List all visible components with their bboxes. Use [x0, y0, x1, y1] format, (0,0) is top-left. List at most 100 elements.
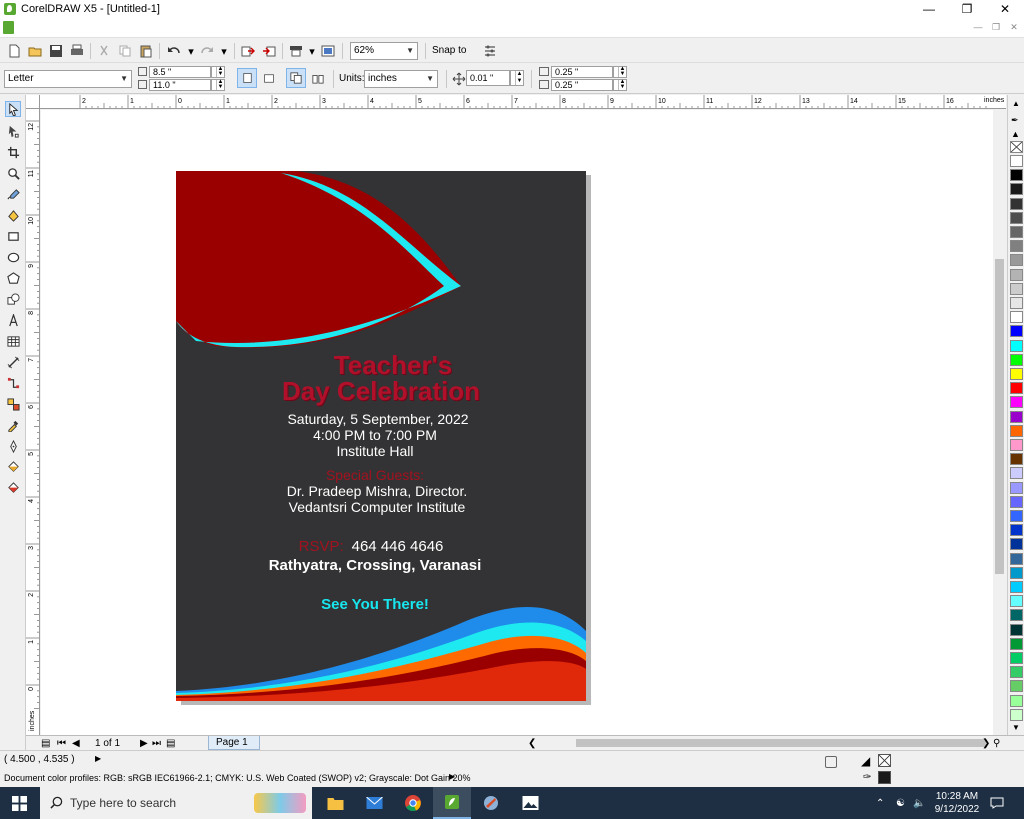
next-page-icon[interactable]: ▶ [140, 737, 148, 750]
color-swatch[interactable] [1010, 708, 1023, 721]
color-swatch[interactable] [1010, 481, 1023, 494]
launcher-dropdown-icon[interactable]: ▾ [304, 43, 320, 59]
document-icon[interactable] [3, 21, 14, 34]
nudge-spinner[interactable]: ▲ ▼ [510, 70, 524, 86]
color-swatch[interactable] [1010, 666, 1023, 679]
horizontal-ruler[interactable]: 2 1 0 1 2 3 4 5 6 7 8 9 10 11 12 13 14 15 16 inches [40, 95, 1006, 109]
poster-date[interactable]: Saturday, 5 September, 2022 [176, 412, 583, 427]
color-swatch[interactable] [1010, 254, 1023, 267]
color-swatch[interactable] [1010, 396, 1023, 409]
status-expand-icon[interactable]: ▶ [95, 754, 101, 763]
page-width-input[interactable]: 8.5 " [149, 66, 211, 78]
photos-icon[interactable] [511, 787, 549, 819]
color-swatch[interactable] [1010, 382, 1023, 395]
shape-tool-icon[interactable] [5, 123, 21, 139]
color-swatch[interactable] [1010, 226, 1023, 238]
smart-fill-tool-icon[interactable] [5, 207, 21, 223]
color-swatch[interactable] [1010, 339, 1023, 352]
color-swatch[interactable] [1010, 595, 1023, 608]
page-height-input[interactable]: 11.0 " [149, 79, 211, 91]
color-swatch[interactable] [1010, 566, 1023, 579]
color-swatch[interactable] [1010, 652, 1023, 664]
taskbar-clock[interactable]: 10:28 AM 9/12/2022 [927, 790, 987, 816]
crop-tool-icon[interactable] [5, 144, 21, 160]
color-swatch[interactable] [1010, 325, 1023, 338]
text-tool-icon[interactable] [5, 312, 21, 328]
landscape-button[interactable] [259, 68, 279, 88]
network-icon[interactable]: ☯ [896, 787, 905, 819]
zoom-navigator-icon[interactable]: ⚲ [993, 737, 1000, 750]
volume-icon[interactable]: 🔈 [913, 787, 925, 819]
color-profile-status[interactable]: Document color profiles: RGB: sRGB IEC61… [4, 773, 471, 783]
poster-page[interactable]: Teacher's Day Celebration Saturday, 5 Se… [176, 171, 586, 701]
palette-scroll-up-icon[interactable]: ▲ [1012, 99, 1020, 108]
coreldraw-taskbar-icon[interactable] [433, 787, 471, 819]
options-icon[interactable] [482, 43, 498, 59]
snap-to-button[interactable]: Snap to [432, 42, 466, 60]
portrait-button[interactable] [237, 68, 257, 88]
previous-page-icon[interactable]: ◀ [72, 737, 80, 750]
outline-color-indicator[interactable] [878, 771, 891, 784]
poster-closing[interactable]: See You There! [176, 597, 580, 613]
doc-restore-button[interactable]: ❐ [990, 22, 1002, 32]
color-swatch[interactable] [1010, 439, 1023, 451]
horizontal-scroll-thumb[interactable] [576, 739, 986, 747]
interactive-fill-tool-icon[interactable] [5, 480, 21, 496]
color-swatch[interactable] [1010, 311, 1023, 324]
poster-title-line2[interactable]: Day Celebration [176, 378, 586, 404]
print-icon[interactable] [69, 43, 85, 59]
color-swatch[interactable] [1010, 240, 1023, 253]
current-page-button[interactable] [308, 68, 328, 88]
drawing-window[interactable]: Teacher's Day Celebration Saturday, 5 Se… [41, 110, 1006, 735]
polygon-tool-icon[interactable] [5, 270, 21, 286]
vertical-scrollbar[interactable] [993, 109, 1006, 735]
color-swatch[interactable] [1010, 637, 1023, 650]
color-swatch[interactable] [1010, 297, 1023, 309]
eyedropper-icon[interactable]: ✒ [1011, 115, 1019, 126]
duplicate-x-input[interactable]: 0.25 " [551, 66, 613, 78]
color-swatch[interactable] [1010, 495, 1023, 508]
poster-venue[interactable]: Institute Hall [176, 444, 580, 459]
mail-icon[interactable] [355, 787, 393, 819]
color-swatch[interactable] [1010, 680, 1023, 693]
search-highlight-icon[interactable] [254, 793, 306, 813]
vertical-scroll-thumb[interactable] [995, 259, 1004, 574]
pick-tool-icon[interactable] [5, 101, 21, 117]
color-swatch[interactable] [1010, 353, 1023, 366]
cut-icon[interactable] [96, 43, 112, 59]
ellipse-tool-icon[interactable] [5, 249, 21, 265]
doc-minimize-button[interactable]: — [972, 22, 984, 32]
color-eyedropper-tool-icon[interactable] [5, 417, 21, 433]
color-swatch[interactable] [1010, 467, 1023, 480]
connector-tool-icon[interactable] [5, 375, 21, 391]
add-page-icon[interactable]: ▤ [41, 737, 50, 750]
no-color-swatch[interactable] [1010, 141, 1023, 153]
poster-guest-name[interactable]: Dr. Pradeep Mishra, Director. [176, 484, 582, 499]
color-swatch[interactable] [1010, 694, 1023, 707]
color-swatch[interactable] [1010, 183, 1023, 196]
start-button[interactable] [0, 787, 38, 819]
color-swatch[interactable] [1010, 524, 1023, 537]
color-swatch[interactable] [1010, 211, 1023, 224]
color-swatch[interactable] [1010, 538, 1023, 551]
color-swatch[interactable] [1010, 197, 1023, 210]
duplicate-x-spinner[interactable]: ▲ ▼ [613, 66, 627, 78]
color-swatch[interactable] [1010, 453, 1023, 466]
scroll-right-icon[interactable]: ❯ [982, 737, 990, 750]
color-swatch[interactable] [1010, 609, 1023, 622]
color-swatch[interactable] [1010, 410, 1023, 423]
paste-icon[interactable] [138, 43, 154, 59]
fill-color-indicator[interactable] [878, 754, 891, 767]
close-button[interactable]: ✕ [986, 0, 1024, 18]
page-tab[interactable]: Page 1 [208, 736, 260, 750]
palette-scroll-up-small-icon[interactable]: ▲ [1011, 129, 1020, 139]
color-swatch[interactable] [1010, 623, 1023, 636]
add-page-after-icon[interactable]: ▤ [166, 737, 175, 750]
palette-scroll-down-icon[interactable]: ▼ [1012, 723, 1020, 732]
color-swatch[interactable] [1010, 169, 1023, 182]
save-icon[interactable] [48, 43, 64, 59]
color-swatch[interactable] [1010, 552, 1023, 565]
first-page-icon[interactable]: ⏮ [57, 737, 66, 750]
table-tool-icon[interactable] [5, 333, 21, 349]
coreldraw-graphics-icon[interactable] [472, 787, 510, 819]
